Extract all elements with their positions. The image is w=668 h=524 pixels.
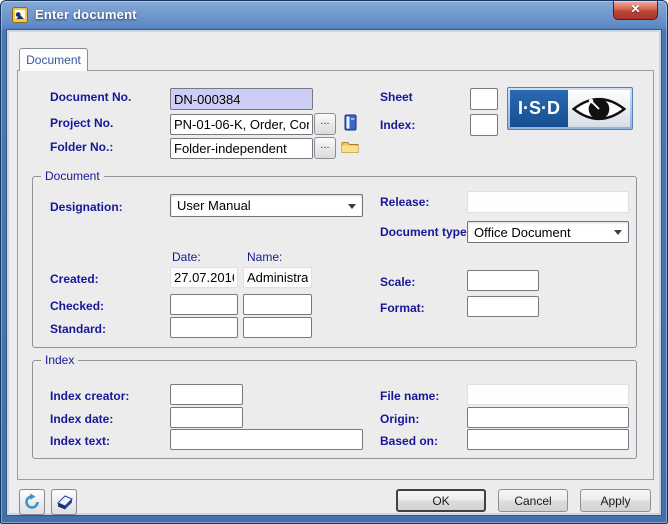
project-browse-button[interactable]: ...	[314, 113, 336, 135]
standard-label: Standard:	[50, 322, 106, 336]
chevron-down-icon	[348, 204, 356, 209]
file-name-label: File name:	[380, 389, 439, 403]
index-creator-label: Index creator:	[50, 389, 129, 403]
document-type-dropdown[interactable]: Office Document	[467, 221, 629, 243]
file-name-field[interactable]	[467, 384, 629, 405]
origin-field[interactable]	[467, 407, 629, 428]
document-no-field[interactable]	[170, 88, 313, 110]
release-field[interactable]	[467, 191, 629, 213]
close-icon[interactable]: ✕	[613, 1, 658, 20]
scale-label: Scale:	[380, 275, 415, 289]
checked-date-field[interactable]	[170, 294, 238, 315]
folder-icon[interactable]	[339, 137, 361, 159]
sheet-field[interactable]	[470, 88, 498, 110]
project-no-field[interactable]	[170, 114, 313, 135]
document-type-value: Office Document	[474, 225, 571, 240]
document-no-label: Document No.	[50, 90, 131, 104]
sheet-label: Sheet	[380, 90, 413, 104]
document-app-icon	[12, 7, 28, 23]
designation-label: Designation:	[50, 200, 123, 214]
name-column-header: Name:	[247, 250, 282, 264]
isd-logo: I·S·D	[507, 87, 633, 130]
project-no-label: Project No.	[50, 116, 113, 130]
based-on-field[interactable]	[467, 429, 629, 450]
folder-no-field[interactable]	[170, 138, 313, 159]
cancel-button[interactable]: Cancel	[498, 489, 568, 512]
isd-logo-text: I·S·D	[510, 90, 568, 127]
window-title: Enter document	[35, 7, 137, 22]
designation-dropdown[interactable]: User Manual	[170, 194, 363, 217]
index-text-label: Index text:	[50, 434, 110, 448]
document-group-title: Document	[41, 169, 104, 183]
index-group-title: Index	[41, 353, 78, 367]
refresh-button[interactable]	[19, 489, 45, 515]
index-text-field[interactable]	[170, 429, 363, 450]
document-type-label: Document type:	[380, 225, 471, 239]
origin-label: Origin:	[380, 412, 419, 426]
index-date-field[interactable]	[170, 407, 243, 428]
chevron-down-icon	[614, 230, 622, 235]
eye-icon	[570, 94, 628, 124]
scale-field[interactable]	[467, 270, 539, 291]
dialog-window: Enter document ✕ Document Document No. S…	[0, 0, 668, 524]
based-on-label: Based on:	[380, 434, 438, 448]
standard-date-field[interactable]	[170, 317, 238, 338]
created-date-field[interactable]	[170, 267, 238, 288]
project-book-icon[interactable]	[339, 113, 361, 135]
format-label: Format:	[380, 301, 425, 315]
eraser-icon	[55, 493, 74, 512]
format-field[interactable]	[467, 296, 539, 317]
dialog-client-area: Document Document No. Sheet I·S·D Pro	[6, 29, 662, 516]
apply-button[interactable]: Apply	[580, 489, 651, 512]
index-date-label: Index date:	[50, 412, 113, 426]
index-field[interactable]	[470, 114, 498, 136]
refresh-icon	[23, 493, 41, 511]
ok-button[interactable]: OK	[396, 489, 486, 512]
checked-label: Checked:	[50, 299, 104, 313]
index-label: Index:	[380, 118, 415, 132]
created-label: Created:	[50, 272, 99, 286]
checked-name-field[interactable]	[243, 294, 312, 315]
standard-name-field[interactable]	[243, 317, 312, 338]
title-bar[interactable]: Enter document ✕	[1, 1, 667, 29]
erase-button[interactable]	[51, 489, 77, 515]
index-creator-field[interactable]	[170, 384, 243, 405]
form-panel: Document No. Sheet I·S·D Project No. ...	[17, 70, 654, 480]
tab-document[interactable]: Document	[19, 48, 88, 71]
created-name-field[interactable]	[243, 267, 312, 288]
folder-no-label: Folder No.:	[50, 140, 113, 154]
date-column-header: Date:	[172, 250, 201, 264]
designation-value: User Manual	[177, 198, 251, 213]
release-label: Release:	[380, 195, 429, 209]
folder-browse-button[interactable]: ...	[314, 137, 336, 159]
